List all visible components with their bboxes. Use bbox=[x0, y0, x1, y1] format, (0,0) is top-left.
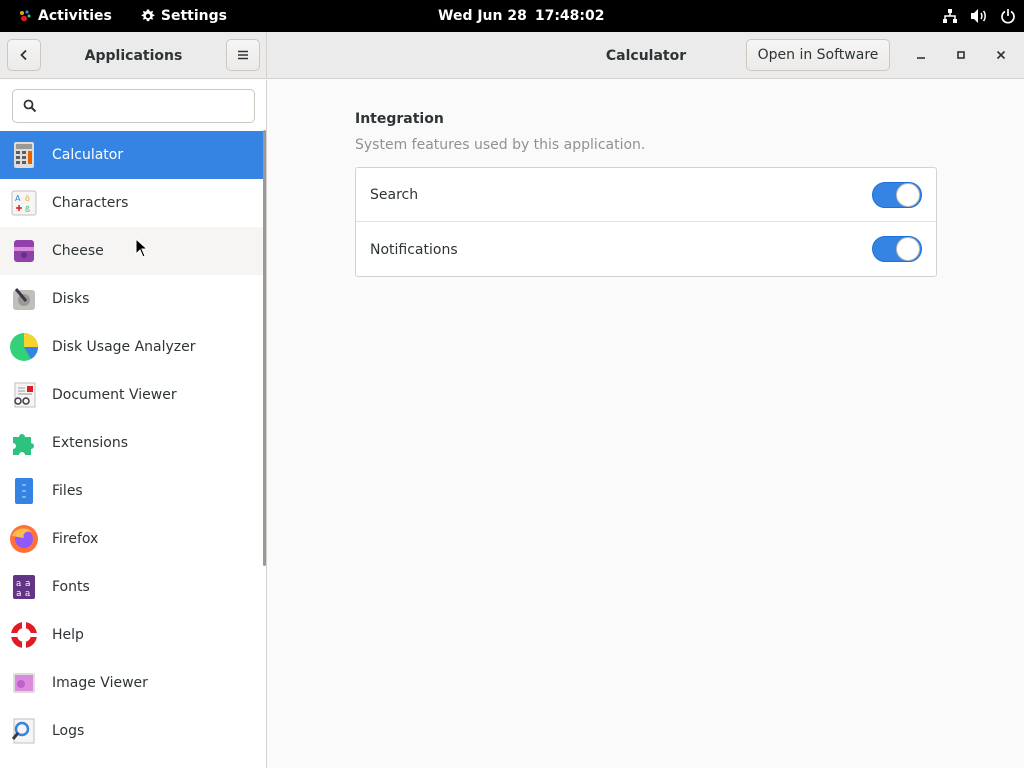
minimize-icon bbox=[917, 57, 925, 59]
search-icon bbox=[23, 99, 37, 112]
clock[interactable]: Wed Jun 28 17:48:02 bbox=[438, 0, 605, 32]
svg-text:A: A bbox=[15, 194, 21, 203]
list-item-label: Document Viewer bbox=[52, 387, 177, 403]
svg-text:ö: ö bbox=[25, 194, 30, 203]
settings-window: Applications Calculator Open in Software bbox=[0, 32, 1024, 768]
search-row[interactable]: Search bbox=[356, 168, 936, 222]
list-item-disk-usage-analyzer[interactable]: Disk Usage Analyzer bbox=[0, 323, 266, 371]
search-box[interactable] bbox=[12, 88, 255, 123]
list-item-firefox[interactable]: Firefox bbox=[0, 515, 266, 563]
notifications-toggle[interactable] bbox=[872, 236, 922, 262]
firefox-icon bbox=[8, 523, 40, 555]
list-item-label: Fonts bbox=[52, 579, 90, 595]
maximize-icon bbox=[957, 51, 965, 59]
row-label: Notifications bbox=[370, 241, 458, 258]
sidebar-scrollbar[interactable] bbox=[263, 130, 266, 566]
document-viewer-icon bbox=[8, 379, 40, 411]
integration-list: Search Notifications bbox=[355, 167, 937, 277]
search-toggle[interactable] bbox=[872, 182, 922, 208]
list-item-label: Image Viewer bbox=[52, 675, 148, 691]
list-item-label: Cheese bbox=[52, 243, 104, 259]
characters-icon: A ö ß bbox=[8, 187, 40, 219]
list-item-cheese[interactable]: Cheese bbox=[0, 227, 266, 275]
row-label: Search bbox=[370, 186, 419, 203]
list-item-label: Characters bbox=[52, 195, 129, 211]
chevron-left-icon bbox=[20, 49, 27, 61]
open-in-software-button[interactable]: Open in Software bbox=[746, 39, 890, 71]
disks-icon bbox=[8, 283, 40, 315]
svg-text:a: a bbox=[25, 579, 31, 589]
svg-text:a: a bbox=[16, 579, 22, 589]
disk-usage-analyzer-icon bbox=[8, 331, 40, 363]
volume-icon[interactable] bbox=[970, 8, 988, 24]
list-item-calculator[interactable]: Calculator bbox=[0, 131, 266, 179]
list-item-label: Files bbox=[52, 483, 83, 499]
main-menu-button[interactable] bbox=[226, 39, 260, 71]
list-item-label: Disk Usage Analyzer bbox=[52, 339, 196, 355]
image-viewer-icon bbox=[8, 667, 40, 699]
hamburger-icon bbox=[238, 50, 248, 60]
list-item-label: Help bbox=[52, 627, 84, 643]
applications-list: Calculator A ö ß Characters Cheese Disks… bbox=[0, 131, 266, 755]
help-icon bbox=[8, 619, 40, 651]
list-item-fonts[interactable]: a a a a Fonts bbox=[0, 563, 266, 611]
network-icon[interactable] bbox=[942, 8, 958, 24]
app-menu-label: Settings bbox=[160, 8, 227, 24]
back-button[interactable] bbox=[7, 39, 41, 71]
top-bar: Activities Settings Wed Jun 28 17:48:02 bbox=[0, 0, 1024, 32]
search-input[interactable] bbox=[47, 89, 247, 122]
list-item-label: Firefox bbox=[52, 531, 99, 547]
sidebar-title: Applications bbox=[84, 47, 183, 64]
applications-sidebar: Calculator A ö ß Characters Cheese Disks… bbox=[0, 80, 267, 768]
logs-icon bbox=[8, 715, 40, 747]
close-icon bbox=[996, 50, 1006, 60]
mouse-cursor-icon bbox=[135, 238, 149, 258]
activities-label: Activities bbox=[38, 8, 112, 24]
maximize-button[interactable] bbox=[949, 43, 973, 67]
extensions-icon bbox=[8, 427, 40, 459]
close-button[interactable] bbox=[989, 43, 1013, 67]
notifications-row[interactable]: Notifications bbox=[356, 222, 936, 277]
gnome-foot-icon bbox=[20, 10, 31, 22]
list-item-label: Calculator bbox=[52, 147, 124, 163]
list-item-disks[interactable]: Disks bbox=[0, 275, 266, 323]
list-item-files[interactable]: Files bbox=[0, 467, 266, 515]
section-title: Integration bbox=[355, 111, 444, 127]
list-item-extensions[interactable]: Extensions bbox=[0, 419, 266, 467]
toggle-knob bbox=[896, 183, 920, 207]
minimize-button[interactable] bbox=[909, 43, 933, 67]
svg-text:ß: ß bbox=[25, 205, 30, 214]
header-bar: Applications Calculator Open in Software bbox=[0, 32, 1024, 79]
list-item-logs[interactable]: Logs bbox=[0, 707, 266, 755]
search-bar bbox=[0, 80, 266, 131]
system-tray[interactable] bbox=[942, 0, 1016, 32]
list-item-characters[interactable]: A ö ß Characters bbox=[0, 179, 266, 227]
files-icon bbox=[8, 475, 40, 507]
list-item-help[interactable]: Help bbox=[0, 611, 266, 659]
fonts-icon: a a a a bbox=[8, 571, 40, 603]
toggle-knob bbox=[896, 237, 920, 261]
cheese-icon bbox=[8, 235, 40, 267]
list-item-label: Extensions bbox=[52, 435, 129, 451]
gear-icon bbox=[141, 9, 155, 22]
clock-date: Wed Jun 28 bbox=[438, 8, 527, 24]
clock-time: 17:48:02 bbox=[534, 8, 605, 24]
power-icon[interactable] bbox=[1000, 8, 1016, 24]
section-subtitle: System features used by this application… bbox=[355, 137, 646, 153]
activities-button[interactable]: Activities bbox=[0, 0, 112, 32]
list-item-label: Logs bbox=[52, 723, 85, 739]
svg-text:a: a bbox=[25, 589, 31, 599]
list-item-label: Disks bbox=[52, 291, 90, 307]
svg-text:a: a bbox=[16, 589, 21, 599]
app-menu-button[interactable]: Settings bbox=[140, 8, 227, 24]
calculator-icon bbox=[8, 139, 40, 171]
list-item-document-viewer[interactable]: Document Viewer bbox=[0, 371, 266, 419]
list-item-image-viewer[interactable]: Image Viewer bbox=[0, 659, 266, 707]
app-details-panel: Integration System features used by this… bbox=[268, 80, 1024, 768]
